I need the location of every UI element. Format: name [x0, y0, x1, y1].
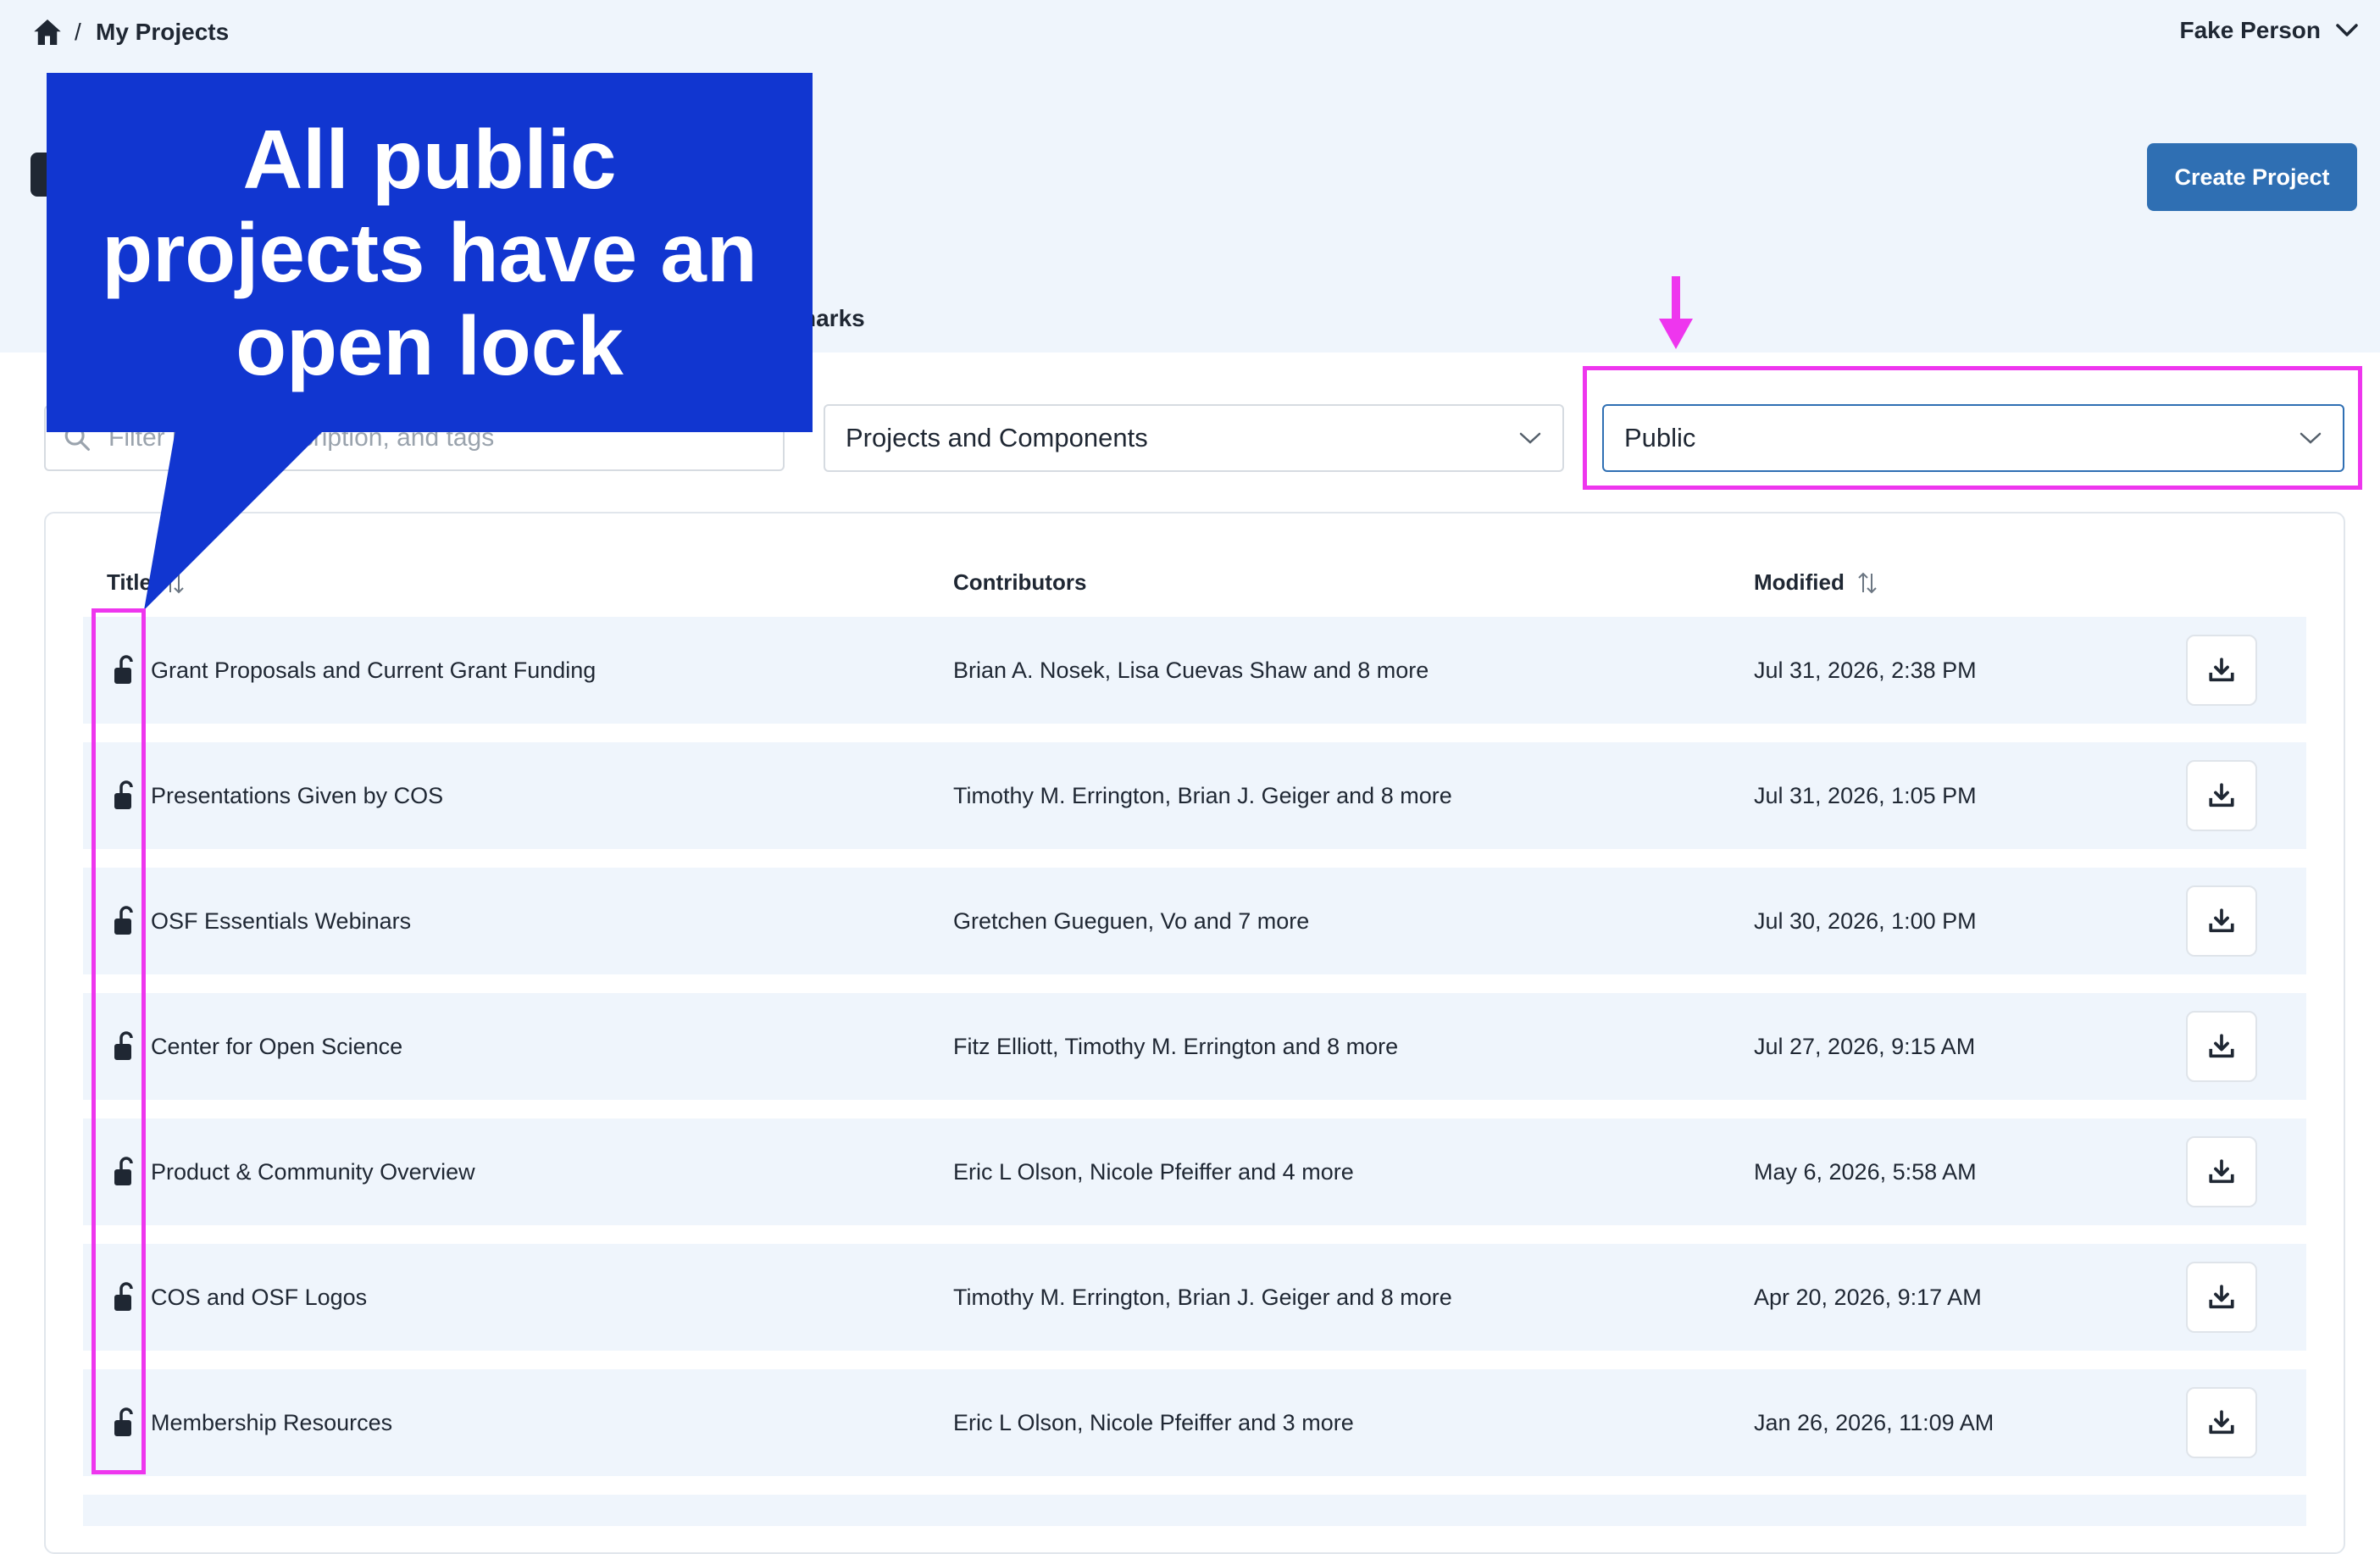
table-row-partial — [83, 1495, 2306, 1526]
row-title[interactable]: Product & Community Overview — [151, 1118, 475, 1225]
download-button[interactable] — [2186, 760, 2257, 831]
download-button[interactable] — [2186, 885, 2257, 957]
row-modified: Jul 31, 2026, 1:05 PM — [1754, 782, 1977, 808]
row-contributors: Brian A. Nosek, Lisa Cuevas Shaw and 8 m… — [953, 657, 1429, 683]
arrow-down-icon — [1659, 276, 1693, 349]
row-modified: May 6, 2026, 5:58 AM — [1754, 1158, 1977, 1185]
download-button[interactable] — [2186, 1262, 2257, 1333]
download-icon — [2209, 1285, 2234, 1309]
row-title[interactable]: Membership Resources — [151, 1369, 392, 1476]
table-row[interactable]: OSF Essentials Webinars Gretchen Gueguen… — [83, 868, 2306, 974]
download-icon — [2209, 783, 2234, 808]
row-modified: Jul 27, 2026, 9:15 AM — [1754, 1033, 1976, 1059]
download-button[interactable] — [2186, 1011, 2257, 1082]
row-title[interactable]: Grant Proposals and Current Grant Fundin… — [151, 617, 596, 724]
visibility-select-highlight — [1583, 366, 2362, 490]
download-button[interactable] — [2186, 1136, 2257, 1207]
table-row[interactable]: Presentations Given by COS Timothy M. Er… — [83, 742, 2306, 849]
download-icon — [2209, 1410, 2234, 1435]
row-title[interactable]: OSF Essentials Webinars — [151, 868, 411, 974]
row-contributors: Timothy M. Errington, Brian J. Geiger an… — [953, 1284, 1452, 1310]
row-contributors: Timothy M. Errington, Brian J. Geiger an… — [953, 782, 1452, 808]
row-modified: Jul 31, 2026, 2:38 PM — [1754, 657, 1977, 683]
table-row[interactable]: COS and OSF Logos Timothy M. Errington, … — [83, 1244, 2306, 1351]
callout-pointer — [144, 415, 339, 610]
row-modified: Apr 20, 2026, 9:17 AM — [1754, 1284, 1982, 1310]
row-contributors: Gretchen Gueguen, Vo and 7 more — [953, 907, 1310, 934]
table-row[interactable]: Grant Proposals and Current Grant Fundin… — [83, 617, 2306, 724]
row-title[interactable]: Center for Open Science — [151, 993, 402, 1100]
row-contributors: Eric L Olson, Nicole Pfeiffer and 4 more — [953, 1158, 1354, 1185]
lock-column-highlight — [92, 608, 146, 1474]
download-icon — [2209, 658, 2234, 682]
row-modified: Jul 30, 2026, 1:00 PM — [1754, 907, 1977, 934]
download-icon — [2209, 1034, 2234, 1058]
download-icon — [2209, 908, 2234, 933]
row-contributors: Fitz Elliott, Timothy M. Errington and 8… — [953, 1033, 1399, 1059]
table-row[interactable]: Membership Resources Eric L Olson, Nicol… — [83, 1369, 2306, 1476]
callout-annotation: All public projects have an open lock — [47, 73, 813, 432]
download-button[interactable] — [2186, 635, 2257, 706]
row-title[interactable]: COS and OSF Logos — [151, 1244, 367, 1351]
download-button[interactable] — [2186, 1387, 2257, 1458]
download-icon — [2209, 1159, 2234, 1184]
row-contributors: Eric L Olson, Nicole Pfeiffer and 3 more — [953, 1409, 1354, 1435]
table-row[interactable]: Center for Open Science Fitz Elliott, Ti… — [83, 993, 2306, 1100]
table-row[interactable]: Product & Community Overview Eric L Olso… — [83, 1118, 2306, 1225]
row-modified: Jan 26, 2026, 11:09 AM — [1754, 1409, 1994, 1435]
row-title[interactable]: Presentations Given by COS — [151, 742, 443, 849]
